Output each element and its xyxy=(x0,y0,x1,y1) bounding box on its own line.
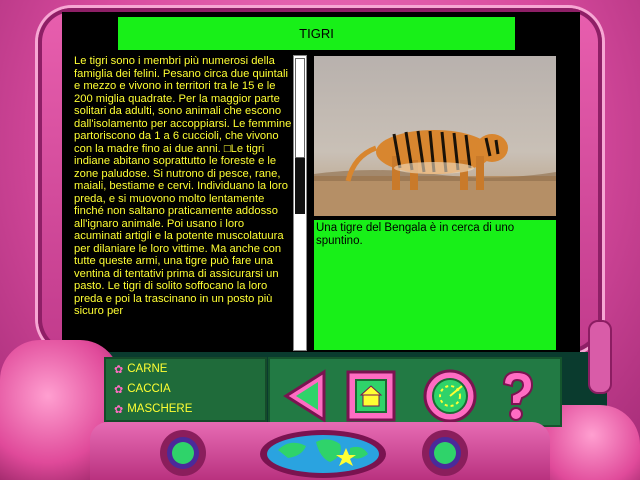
tiger-photo xyxy=(314,56,556,216)
house-icon xyxy=(346,370,396,422)
page-title: TIGRI xyxy=(299,26,334,41)
question-mark-icon xyxy=(502,370,534,421)
radar-icon xyxy=(423,369,477,423)
article-scrollbar[interactable] xyxy=(293,55,307,351)
paw-icon: ✿ xyxy=(114,363,124,376)
help-button[interactable] xyxy=(494,368,540,424)
menu-item-label: CACCIA xyxy=(127,383,171,395)
scrollbar-track-shade xyxy=(295,158,305,214)
menu-item-label: CARNE xyxy=(127,363,168,375)
scrollbar-thumb[interactable] xyxy=(295,58,305,158)
dial-icon xyxy=(422,430,468,476)
home-button[interactable] xyxy=(346,370,396,422)
topics-menu: ✿ CARNE ✿ CACCIA ✿ MASCHERE xyxy=(104,357,267,422)
article-text: Le tigri sono i membri più numerosi dell… xyxy=(74,55,292,317)
world-map-button[interactable] xyxy=(258,428,388,480)
right-dial-button[interactable] xyxy=(420,428,470,478)
menu-item-carne[interactable]: ✿ CARNE xyxy=(114,361,167,377)
menu-item-maschere[interactable]: ✿ MASCHERE xyxy=(114,401,192,417)
menu-item-label: MASCHERE xyxy=(127,403,193,415)
tiger-photo-illustration xyxy=(314,56,556,216)
triangle-left-icon xyxy=(283,369,326,423)
globe-icon xyxy=(260,430,386,478)
paw-icon: ✿ xyxy=(114,403,124,416)
menu-item-caccia[interactable]: ✿ CACCIA xyxy=(114,381,171,397)
left-dial-button[interactable] xyxy=(158,428,208,478)
article-text-pane[interactable]: Le tigri sono i membri più numerosi dell… xyxy=(72,55,292,351)
back-button[interactable] xyxy=(282,368,328,424)
side-slider[interactable] xyxy=(588,320,612,394)
photo-caption: Una tigre del Bengala è in cerca di uno … xyxy=(316,222,515,247)
page-title-bar: TIGRI xyxy=(118,17,515,50)
paw-icon: ✿ xyxy=(114,383,124,396)
dial-icon xyxy=(160,430,206,476)
radar-button[interactable] xyxy=(422,368,478,424)
photo-caption-box: Una tigre del Bengala è in cerca di uno … xyxy=(314,218,556,350)
